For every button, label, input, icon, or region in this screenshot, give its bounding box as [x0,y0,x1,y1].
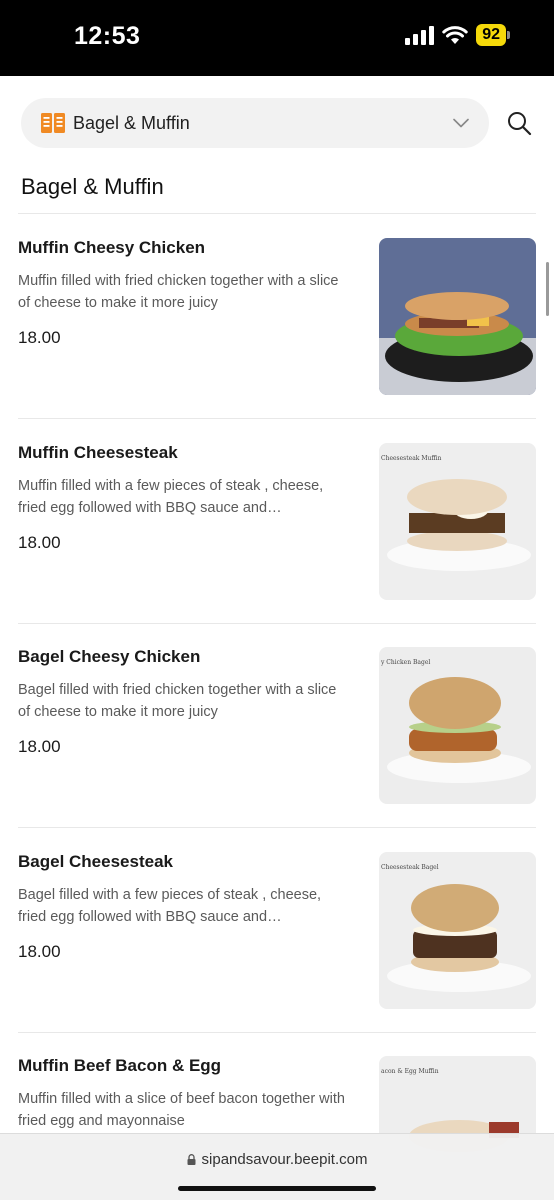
status-icons: 92 [405,24,510,46]
item-name: Muffin Cheesy Chicken [18,238,206,257]
battery-level: 92 [476,24,506,46]
item-image[interactable]: Cheesesteak Muffin [379,443,536,600]
item-description: Muffin filled with a slice of beef bacon… [18,1091,345,1129]
menu-item[interactable]: Muffin Cheesy Chicken Muffin filled with… [18,214,536,419]
category-label: Bagel & Muffin [73,112,190,133]
url-text: sipandsavour.beepit.com [201,1151,368,1168]
status-time: 12:53 [74,22,141,50]
menu-book-icon [41,113,65,133]
wifi-icon [442,26,468,44]
item-description: Muffin filled with fried chicken togethe… [18,273,339,311]
item-name: Muffin Beef Bacon & Egg [18,1056,222,1075]
item-description: Muffin filled with a few pieces of steak… [18,478,324,516]
battery-icon: 92 [476,24,510,46]
scrollbar[interactable] [546,262,549,316]
item-name: Muffin Cheesesteak [18,443,178,462]
item-image[interactable]: y Chicken Bagel [379,647,536,804]
item-description: Bagel filled with fried chicken together… [18,682,337,720]
item-description: Bagel filled with a few pieces of steak … [18,887,322,925]
home-indicator[interactable] [178,1186,376,1191]
search-icon[interactable] [506,110,532,136]
image-caption: Cheesesteak Bagel [381,864,439,871]
item-price: 18.00 [18,942,61,961]
browser-url-bar[interactable]: sipandsavour.beepit.com [0,1133,554,1200]
menu-item[interactable]: Bagel Cheesesteak Bagel filled with a fe… [18,828,536,1033]
item-name: Bagel Cheesy Chicken [18,647,201,666]
status-bar: 12:53 92 [0,0,554,76]
image-caption: Cheesesteak Muffin [381,455,442,462]
item-price: 18.00 [18,533,61,552]
section-title: Bagel & Muffin [21,174,164,199]
chevron-down-icon [453,118,469,128]
cellular-signal-icon [405,25,435,45]
url-display[interactable]: sipandsavour.beepit.com [0,1151,554,1168]
category-dropdown[interactable]: Bagel & Muffin [21,98,489,148]
item-image[interactable]: Cheesesteak Bagel [379,852,536,1009]
menu-item[interactable]: Muffin Cheesesteak Muffin filled with a … [18,419,536,624]
lock-icon [187,1154,196,1165]
item-price: 18.00 [18,328,61,347]
image-caption: y Chicken Bagel [381,659,431,666]
image-caption: acon & Egg Muffin [381,1068,439,1075]
menu-item[interactable]: Bagel Cheesy Chicken Bagel filled with f… [18,623,536,828]
item-image[interactable] [379,238,536,395]
item-name: Bagel Cheesesteak [18,852,173,871]
item-price: 18.00 [18,737,61,756]
